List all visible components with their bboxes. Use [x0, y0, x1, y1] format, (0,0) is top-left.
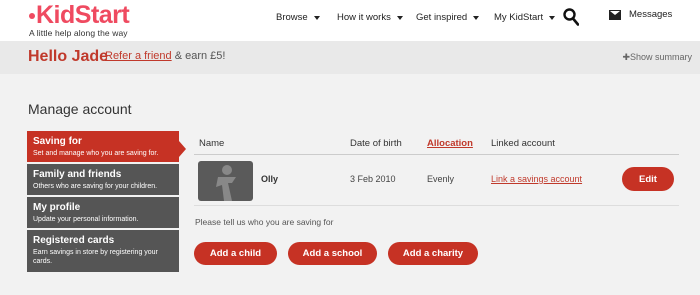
add-child-button[interactable]: Add a child — [194, 242, 277, 265]
nav-get-inspired[interactable]: Get inspired — [416, 12, 480, 23]
sidebar-item-registered-cards[interactable]: Registered cards Earn savings in store b… — [27, 230, 179, 274]
caret-down-icon — [549, 15, 556, 20]
column-header-allocation[interactable]: Allocation — [427, 138, 473, 149]
logo-text: KidStart — [36, 1, 130, 29]
plus-icon: ✚ — [622, 52, 630, 62]
saving-for-table: Name Date of birth Allocation Linked acc… — [194, 131, 679, 206]
saving-prompt: Please tell us who you are saving for — [195, 217, 334, 227]
column-header-linked-account: Linked account — [491, 138, 555, 149]
hello-bar: Hello Jade Refer a friend & earn £5! ✚Sh… — [0, 41, 700, 74]
page-title: Manage account — [28, 101, 132, 117]
child-name: Olly — [261, 174, 279, 184]
child-placeholder-icon — [216, 165, 236, 201]
child-avatar — [198, 161, 253, 201]
caret-down-icon — [313, 15, 320, 20]
sidebar-item-family-and-friends[interactable]: Family and friends Others who are saving… — [27, 164, 179, 197]
kidstart-logo[interactable]: KidStart A little help along the way — [29, 1, 130, 38]
nav-how-it-works[interactable]: How it works — [337, 12, 403, 23]
nav-browse[interactable]: Browse — [276, 12, 320, 23]
refer-a-friend-link[interactable]: Refer a friend — [105, 50, 172, 62]
add-charity-button[interactable]: Add a charity — [388, 242, 478, 265]
child-allocation: Evenly — [427, 174, 455, 184]
top-navigation: KidStart A little help along the way Bro… — [0, 0, 700, 41]
greeting: Hello Jade — [28, 48, 109, 65]
table-row: Olly 3 Feb 2010 Evenly Link a savings ac… — [194, 155, 679, 206]
refer-text: Refer a friend & earn £5! — [105, 50, 226, 62]
search-icon[interactable] — [563, 8, 579, 26]
link-savings-account-link[interactable]: Link a savings account — [491, 174, 582, 184]
account-sidebar: Saving for Set and manage who you are sa… — [27, 131, 186, 274]
logo-dot-icon — [29, 13, 35, 19]
child-dob: 3 Feb 2010 — [350, 174, 396, 184]
add-school-button[interactable]: Add a school — [288, 242, 377, 265]
show-summary-toggle[interactable]: ✚Show summary — [622, 52, 692, 63]
caret-down-icon — [473, 15, 480, 20]
sidebar-item-my-profile[interactable]: My profile Update your personal informat… — [27, 197, 179, 230]
messages-link[interactable]: Messages — [609, 9, 672, 20]
logo-tagline: A little help along the way — [29, 28, 128, 38]
edit-button[interactable]: Edit — [622, 167, 674, 191]
table-header: Name Date of birth Allocation Linked acc… — [194, 131, 679, 155]
sidebar-item-saving-for[interactable]: Saving for Set and manage who you are sa… — [27, 131, 186, 164]
caret-down-icon — [396, 15, 403, 20]
column-header-name: Name — [199, 138, 225, 149]
envelope-icon — [609, 9, 621, 20]
column-header-dob: Date of birth — [350, 138, 402, 149]
nav-my-kidstart[interactable]: My KidStart — [494, 12, 556, 23]
